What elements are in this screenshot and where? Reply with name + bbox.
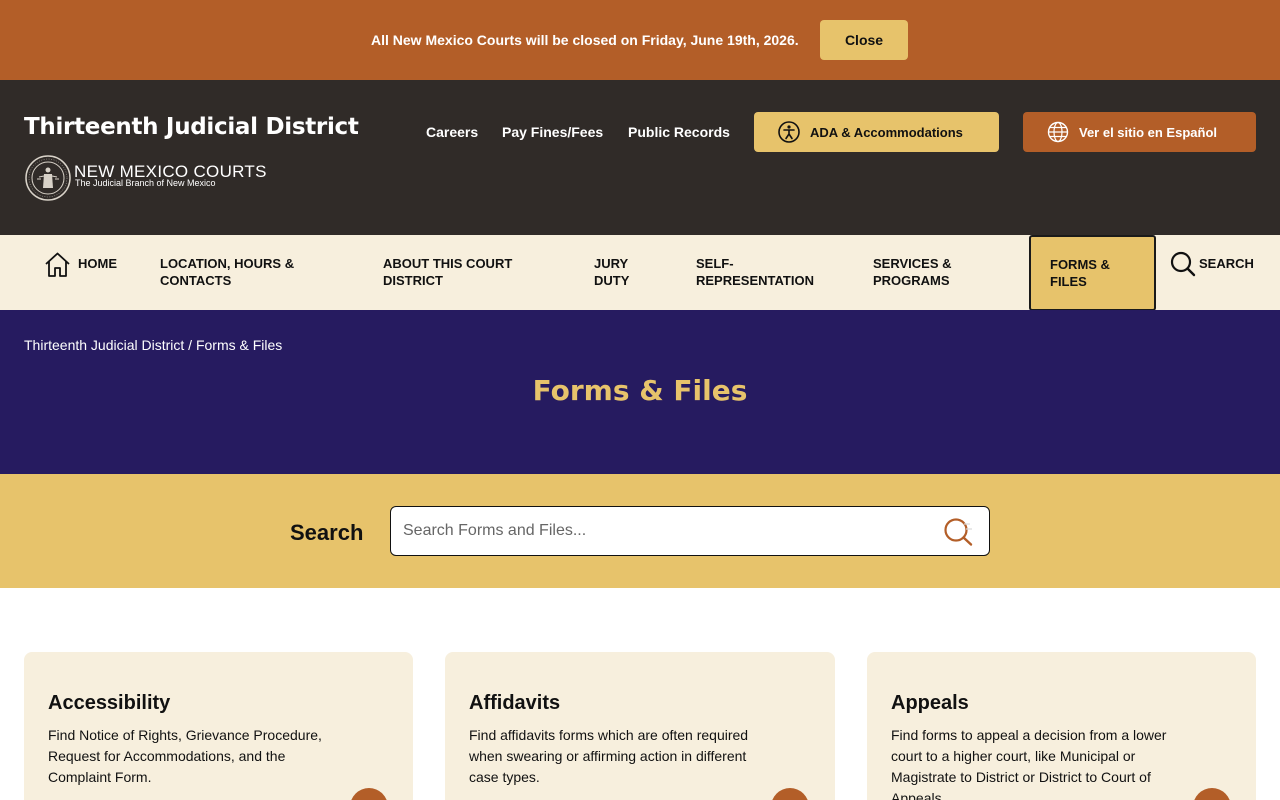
search-box (390, 506, 990, 556)
nav-about-line1: ABOUT THIS COURT (383, 256, 513, 271)
ada-label: ADA & Accommodations (810, 124, 963, 140)
card-affidavits[interactable]: Affidavits Find affidavits forms which a… (445, 652, 835, 800)
arrow-right-icon[interactable] (1193, 788, 1231, 800)
arrow-right-icon[interactable] (350, 788, 388, 800)
logo-subtitle: The Judicial Branch of New Mexico (75, 178, 216, 188)
public-records-link[interactable]: Public Records (628, 124, 730, 140)
arrow-right-icon[interactable] (771, 788, 809, 800)
nav-search-label: SEARCH (1199, 256, 1254, 271)
breadcrumb[interactable]: Thirteenth Judicial District / Forms & F… (24, 337, 282, 353)
site-header: Thirteenth Judicial District NEW MEXICO … (0, 80, 1280, 235)
page-hero: Thirteenth Judicial District / Forms & F… (0, 310, 1280, 474)
globe-icon (1047, 121, 1069, 143)
search-input[interactable] (403, 519, 933, 543)
search-submit-icon[interactable] (943, 517, 975, 547)
nav-home-label: HOME (78, 256, 117, 271)
nav-forms-line2: FILES (1050, 274, 1087, 289)
main-nav: HOME LOCATION, HOURS & CONTACTS ABOUT TH… (0, 235, 1280, 311)
card-title: Appeals (891, 692, 969, 714)
nav-item-services[interactable]: SERVICES & PROGRAMS (873, 255, 952, 289)
card-accessibility[interactable]: Accessibility Find Notice of Rights, Gri… (24, 652, 413, 800)
card-title: Accessibility (48, 692, 171, 714)
card-appeals[interactable]: Appeals Find forms to appeal a decision … (867, 652, 1256, 800)
espanol-label: Ver el sitio en Español (1079, 124, 1217, 140)
nav-item-jury[interactable]: JURY DUTY (594, 255, 629, 289)
nav-services-line2: PROGRAMS (873, 273, 950, 288)
ada-accommodations-button[interactable]: ADA & Accommodations (754, 112, 999, 152)
home-icon (45, 252, 70, 277)
espanol-button[interactable]: Ver el sitio en Español (1023, 112, 1256, 152)
nav-services-line1: SERVICES & (873, 256, 952, 271)
search-label: Search (290, 520, 364, 545)
nav-location-line2: CONTACTS (160, 273, 232, 288)
site-title[interactable]: Thirteenth Judicial District (24, 114, 359, 140)
nav-item-forms[interactable]: FORMS & FILES (1029, 235, 1156, 311)
court-seal-logo (25, 155, 71, 201)
nav-about-line2: DISTRICT (383, 273, 443, 288)
nav-self-line1: SELF- (696, 256, 734, 271)
card-description: Find affidavits forms which are often re… (469, 727, 749, 785)
nav-item-self-representation[interactable]: SELF- REPRESENTATION (696, 255, 814, 289)
accessibility-icon (778, 121, 800, 143)
card-title: Affidavits (469, 692, 561, 714)
nav-item-about[interactable]: ABOUT THIS COURT DISTRICT (383, 255, 512, 289)
nav-item-location[interactable]: LOCATION, HOURS & CONTACTS (160, 255, 294, 289)
nav-self-line2: REPRESENTATION (696, 273, 814, 288)
card-description: Find Notice of Rights, Grievance Procedu… (48, 727, 322, 785)
search-section: Search (0, 474, 1280, 588)
card-description: Find forms to appeal a decision from a l… (891, 727, 1167, 800)
search-icon (1170, 251, 1196, 277)
alert-message: All New Mexico Courts will be closed on … (371, 32, 799, 48)
nav-location-line1: LOCATION, HOURS & (160, 256, 295, 271)
nav-forms-line1: FORMS & (1050, 257, 1110, 272)
nav-jury-line2: DUTY (594, 273, 630, 288)
careers-link[interactable]: Careers (426, 124, 478, 140)
page-title: Forms & Files (532, 374, 748, 407)
alert-close-button[interactable]: Close (820, 20, 908, 60)
nav-jury-line1: JURY (594, 256, 629, 271)
pay-fines-link[interactable]: Pay Fines/Fees (502, 124, 603, 140)
nav-forms-label: FORMS & FILES (1050, 256, 1110, 290)
alert-banner: All New Mexico Courts will be closed on … (0, 0, 1280, 80)
